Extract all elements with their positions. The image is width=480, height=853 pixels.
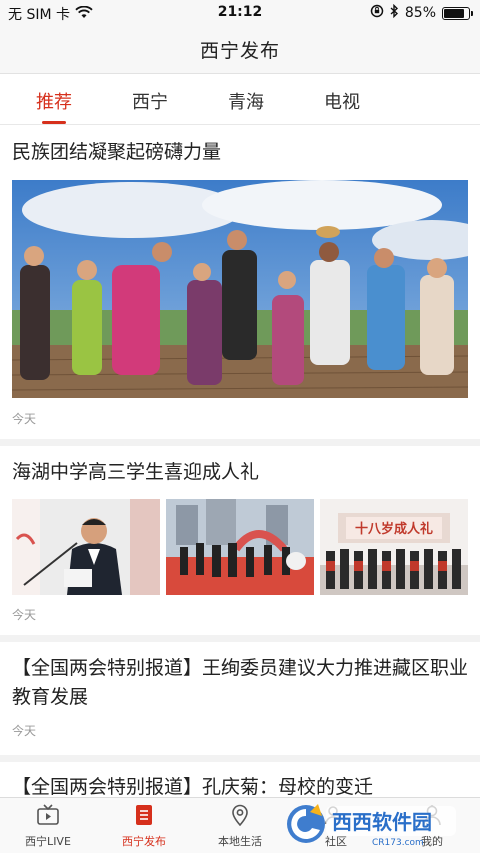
rotation-lock-icon — [370, 4, 384, 22]
bottom-tab-xining-release[interactable]: 西宁发布 — [96, 804, 192, 849]
page-title: 西宁发布 — [199, 40, 280, 62]
news-title[interactable]: 海湖中学高三学生喜迎成人礼 — [12, 457, 468, 487]
news-item[interactable]: 【全国两会特别报道】孔庆菊：母校的变迁 — [0, 762, 480, 796]
news-time: 今天 — [12, 608, 37, 622]
news-thumbnail[interactable]: 十八岁成人礼 — [320, 499, 468, 595]
news-time: 今天 — [12, 724, 37, 738]
news-title[interactable]: 【全国两会特别报道】王绚委员建议大力推进藏区职业教育发展 — [12, 654, 468, 712]
battery-icon — [442, 6, 473, 20]
watermark-brand-text: 西西软件园 — [332, 810, 432, 834]
location-pin-icon — [228, 804, 252, 830]
bottom-tab-local-life[interactable]: 本地生活 — [192, 804, 288, 849]
battery-level — [444, 8, 465, 18]
tab-qinghai[interactable]: 青海 — [228, 88, 264, 114]
news-item[interactable]: 【全国两会特别报道】王绚委员建议大力推进藏区职业教育发展 今天 — [0, 642, 480, 762]
channel-tabs: 推荐 西宁 青海 电视 — [0, 75, 480, 125]
news-cover-image[interactable] — [12, 180, 468, 398]
news-item[interactable]: 民族团结凝聚起磅礴力量 今天 — [0, 126, 480, 446]
news-item[interactable]: 海湖中学高三学生喜迎成人礼 十八岁成人礼 今天 — [0, 446, 480, 642]
bottom-tab-label: 本地生活 — [218, 835, 262, 848]
battery-percent: 85% — [404, 5, 436, 21]
watermark-logo: 西西软件园 CR173.com — [282, 800, 462, 848]
tv-icon — [36, 804, 60, 830]
bottom-tab-xining-live[interactable]: 西宁LIVE — [0, 804, 96, 849]
news-title[interactable]: 民族团结凝聚起磅礴力量 — [12, 137, 468, 167]
news-time: 今天 — [12, 412, 37, 426]
bluetooth-icon — [390, 3, 399, 22]
navigation-bar: 西宁发布 — [0, 26, 480, 74]
document-icon — [132, 804, 156, 830]
tab-recommend[interactable]: 推荐 — [36, 88, 72, 114]
status-right: 85% — [370, 3, 473, 22]
active-tab-indicator — [42, 121, 66, 124]
news-thumbnail[interactable] — [12, 499, 160, 595]
watermark-site-text: CR173.com — [372, 838, 424, 848]
bottom-tab-label: 西宁发布 — [122, 835, 166, 848]
news-title[interactable]: 【全国两会特别报道】孔庆菊：母校的变迁 — [12, 772, 468, 796]
news-feed[interactable]: 民族团结凝聚起磅礴力量 今天 海湖中学高三学生喜迎成人礼 十八岁成人礼 今天 【… — [0, 126, 480, 796]
tab-xining[interactable]: 西宁 — [132, 88, 168, 114]
tab-tv[interactable]: 电视 — [324, 88, 360, 114]
news-thumbnail[interactable] — [166, 499, 314, 595]
ceremony-banner-text: 十八岁成人礼 — [355, 521, 433, 537]
bottom-tab-label: 西宁LIVE — [25, 835, 71, 848]
status-bar: 无 SIM 卡 21:12 85% — [0, 0, 480, 26]
